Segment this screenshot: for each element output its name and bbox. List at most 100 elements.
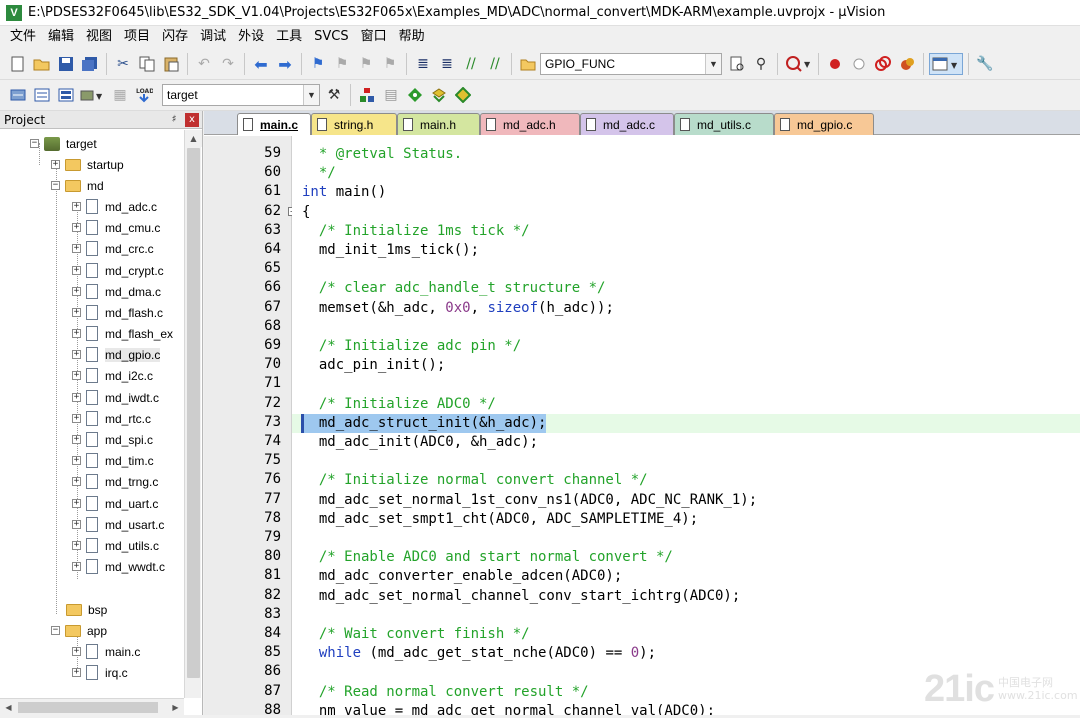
tree-vertical-scrollbar[interactable]: ▲ bbox=[184, 130, 202, 698]
expand-icon[interactable]: + bbox=[72, 266, 81, 275]
menu-tools[interactable]: 工具 bbox=[270, 26, 308, 48]
code-line[interactable]: while (md_adc_get_stat_nche(ADC0) == 0); bbox=[302, 644, 656, 663]
tab-md-gpio-c[interactable]: md_gpio.c bbox=[774, 113, 874, 135]
paste-icon[interactable] bbox=[160, 53, 182, 75]
expand-icon[interactable]: + bbox=[72, 647, 81, 656]
select-software-packs-icon[interactable] bbox=[452, 84, 474, 106]
tree-file[interactable]: + md_uart.c bbox=[72, 493, 158, 514]
code-line[interactable]: int main() bbox=[302, 183, 386, 202]
tree-file[interactable]: + md_spi.c bbox=[72, 429, 153, 450]
tab-main-c[interactable]: main.c bbox=[237, 113, 311, 135]
pack-installer-icon[interactable] bbox=[428, 84, 450, 106]
save-all-icon[interactable] bbox=[79, 53, 101, 75]
code-line[interactable]: /* Read normal convert result */ bbox=[302, 683, 589, 702]
code-line[interactable]: adc_pin_init(); bbox=[302, 356, 445, 375]
target-options-icon[interactable]: ⚒ bbox=[323, 84, 345, 106]
comment-icon[interactable]: // bbox=[460, 53, 482, 75]
code-line[interactable]: /* Wait convert finish */ bbox=[302, 625, 530, 644]
code-line[interactable]: */ bbox=[302, 164, 336, 183]
target-combo[interactable]: target ▼ bbox=[162, 84, 320, 106]
scroll-up-icon[interactable]: ▲ bbox=[185, 130, 202, 147]
open-folder-icon[interactable] bbox=[31, 53, 53, 75]
tree-group-bsp[interactable]: bsp bbox=[66, 599, 107, 620]
tree-file[interactable]: + main.c bbox=[72, 641, 140, 662]
tree-file[interactable]: + md_dma.c bbox=[72, 281, 161, 302]
code-line[interactable]: md_adc_struct_init(&h_adc); bbox=[302, 414, 547, 433]
menu-view[interactable]: 视图 bbox=[80, 26, 118, 48]
code-line[interactable]: md_adc_set_smpt1_cht(ADC0, ADC_SAMPLETIM… bbox=[302, 510, 698, 529]
scrollbar-thumb[interactable] bbox=[187, 148, 200, 678]
tree-file-selected[interactable]: + md_gpio.c bbox=[72, 344, 161, 365]
code-line[interactable]: /* Initialize ADC0 */ bbox=[302, 395, 496, 414]
tree-target[interactable]: − target bbox=[30, 133, 97, 154]
tree-file[interactable]: + md_usart.c bbox=[72, 514, 164, 535]
build-icon[interactable] bbox=[31, 84, 53, 106]
expand-icon[interactable]: + bbox=[72, 456, 81, 465]
tree-file[interactable]: + md_i2c.c bbox=[72, 365, 153, 386]
copy-icon[interactable] bbox=[136, 53, 158, 75]
save-icon[interactable] bbox=[55, 53, 77, 75]
expand-icon[interactable]: + bbox=[72, 520, 81, 529]
code-line[interactable]: /* clear adc_handle_t structure */ bbox=[302, 279, 606, 298]
rebuild-icon[interactable] bbox=[55, 84, 77, 106]
tree-file[interactable]: + md_flash.c bbox=[72, 302, 163, 323]
disable-all-breakpoints-icon[interactable] bbox=[872, 53, 894, 75]
download-load-icon[interactable]: LOAD bbox=[133, 84, 155, 106]
tree-file[interactable]: + md_rtc.c bbox=[72, 408, 151, 429]
insert-breakpoint-icon[interactable] bbox=[824, 53, 846, 75]
incremental-find-icon[interactable]: ⚲ bbox=[750, 53, 772, 75]
chevron-down-icon[interactable]: ▼ bbox=[303, 85, 319, 105]
expand-icon[interactable]: + bbox=[72, 562, 81, 571]
manage-project-items-icon[interactable] bbox=[356, 84, 378, 106]
tree-file[interactable]: + md_crc.c bbox=[72, 238, 154, 259]
menu-edit[interactable]: 编辑 bbox=[42, 26, 80, 48]
next-bookmark-icon[interactable]: ⚑ bbox=[355, 53, 377, 75]
expand-icon[interactable]: + bbox=[72, 350, 81, 359]
clear-bookmarks-icon[interactable]: ⚑ bbox=[379, 53, 401, 75]
code-line[interactable]: { bbox=[302, 203, 310, 222]
expand-icon[interactable]: + bbox=[72, 329, 81, 338]
expand-icon[interactable]: + bbox=[72, 244, 81, 253]
indent-icon[interactable]: ≣ bbox=[412, 53, 434, 75]
code-line[interactable]: md_adc_init(ADC0, &h_adc); bbox=[302, 433, 538, 452]
code-line[interactable]: /* Initialize 1ms tick */ bbox=[302, 222, 530, 241]
menu-svcs[interactable]: SVCS bbox=[308, 26, 354, 48]
batch-build-icon[interactable]: ▼ bbox=[79, 84, 107, 106]
menu-project[interactable]: 项目 bbox=[118, 26, 156, 48]
expand-icon[interactable]: + bbox=[72, 202, 81, 211]
menu-file[interactable]: 文件 bbox=[4, 26, 42, 48]
enable-breakpoint-icon[interactable] bbox=[848, 53, 870, 75]
code-line[interactable]: * @retval Status. bbox=[302, 145, 462, 164]
collapse-icon[interactable]: − bbox=[30, 139, 39, 148]
cut-icon[interactable]: ✂ bbox=[112, 53, 134, 75]
line-number-gutter[interactable]: 59606162−6364656667686970717273747576777… bbox=[204, 136, 297, 718]
code-editor[interactable]: * @retval Status. */int main(){ /* Initi… bbox=[292, 136, 1080, 715]
expand-icon[interactable]: + bbox=[72, 287, 81, 296]
menu-window[interactable]: 窗口 bbox=[355, 26, 393, 48]
tree-horizontal-scrollbar[interactable]: ◀ ▶ bbox=[0, 698, 184, 716]
tree-file[interactable]: + md_crypt.c bbox=[72, 260, 164, 281]
bookmark-icon[interactable]: ⚑ bbox=[307, 53, 329, 75]
tab-string-h[interactable]: string.h bbox=[311, 113, 397, 135]
navigate-back-icon[interactable]: ⬅ bbox=[250, 53, 272, 75]
tree-group-md[interactable]: − md bbox=[51, 175, 104, 196]
configure-wrench-icon[interactable]: 🔧 bbox=[974, 53, 996, 75]
tree-group-startup[interactable]: + startup bbox=[51, 154, 124, 175]
tab-md-adc-c[interactable]: md_adc.c bbox=[580, 113, 674, 135]
undo-icon[interactable]: ↶ bbox=[193, 53, 215, 75]
tree-file[interactable]: + md_trng.c bbox=[72, 471, 158, 492]
code-line[interactable]: md_adc_set_normal_channel_conv_start_ich… bbox=[302, 587, 740, 606]
expand-icon[interactable]: + bbox=[72, 223, 81, 232]
debug-session-icon[interactable]: ▼ bbox=[783, 53, 813, 75]
prev-bookmark-icon[interactable]: ⚑ bbox=[331, 53, 353, 75]
scrollbar-thumb[interactable] bbox=[18, 702, 158, 713]
code-line[interactable]: nm_value = md_adc_get_normal_channel_val… bbox=[302, 702, 715, 715]
expand-icon[interactable]: + bbox=[72, 393, 81, 402]
uncomment-icon[interactable]: // bbox=[484, 53, 506, 75]
collapse-icon[interactable]: − bbox=[51, 181, 60, 190]
code-line[interactable]: md_adc_set_normal_1st_conv_ns1(ADC0, ADC… bbox=[302, 491, 757, 510]
expand-icon[interactable]: + bbox=[72, 435, 81, 444]
tree-file[interactable]: + md_iwdt.c bbox=[72, 387, 159, 408]
expand-icon[interactable]: + bbox=[72, 499, 81, 508]
tree-file[interactable]: + md_cmu.c bbox=[72, 217, 160, 238]
